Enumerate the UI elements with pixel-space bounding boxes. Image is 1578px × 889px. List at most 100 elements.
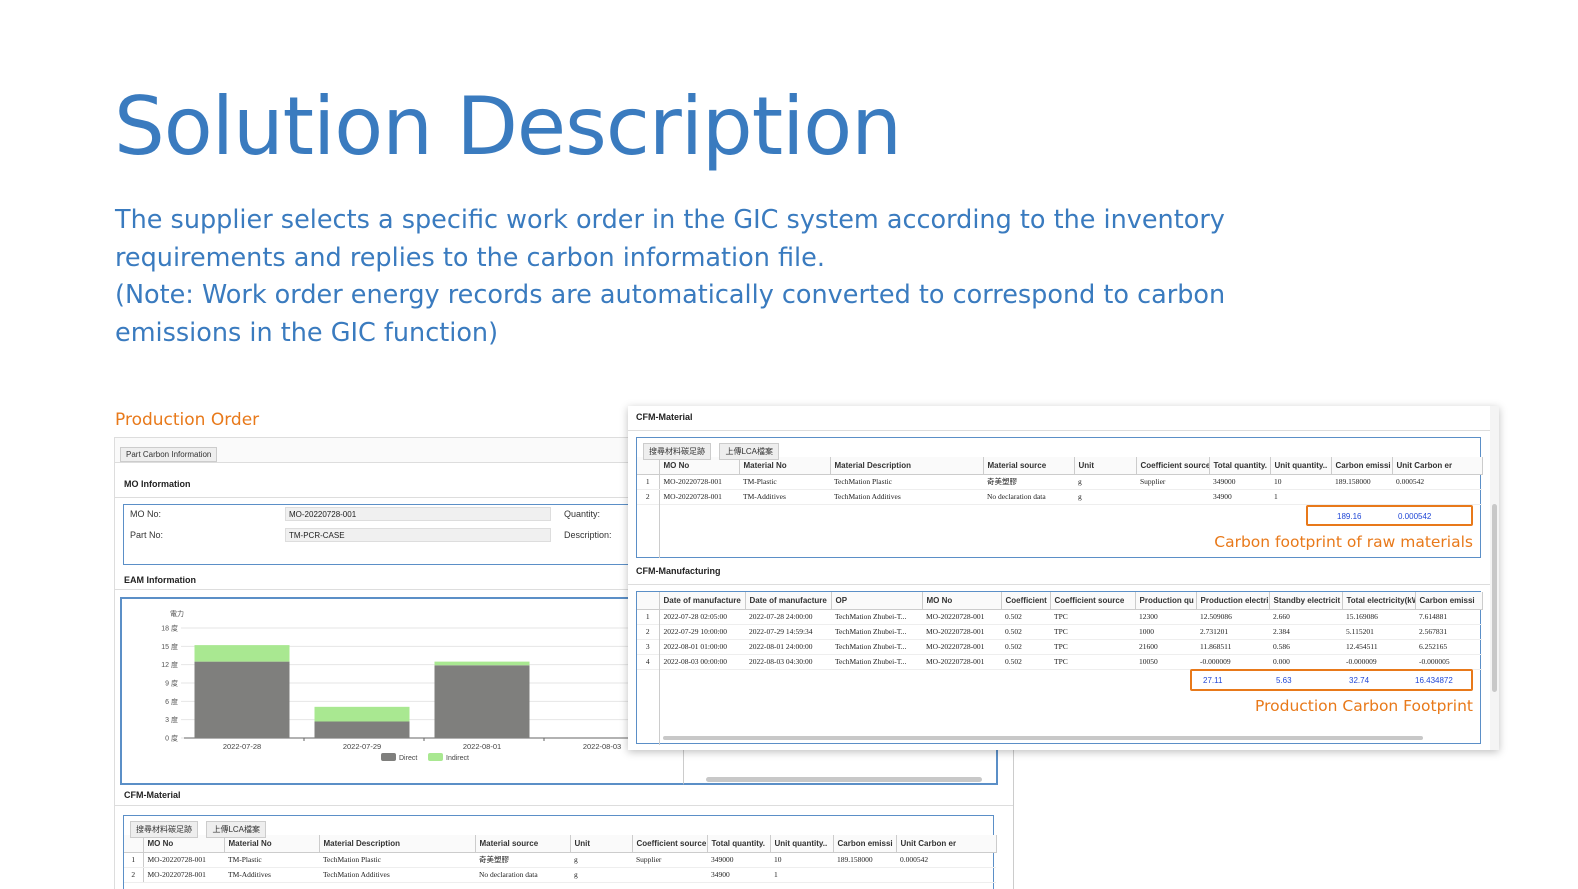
table-cell: TechMation Zhubei-T... bbox=[831, 624, 922, 640]
table-cell: 2022-07-29 10:00:00 bbox=[659, 624, 745, 640]
table-cell: Production electri bbox=[1196, 592, 1270, 610]
table-cell: 2022-07-29 14:59:34 bbox=[745, 624, 831, 640]
table-cell: TechMation Zhubei-T... bbox=[831, 639, 922, 655]
table-cell: Supplier bbox=[1136, 474, 1209, 490]
x-tick-label: 2022-08-03 bbox=[583, 742, 621, 751]
table-cell: 0.000542 bbox=[896, 852, 996, 868]
cfm-material-table-panel: 搜尋材料碳足跡 上傳LCA檔案 MO No Material No Material… bbox=[123, 815, 997, 889]
table-cell: TechMation Zhubei-T... bbox=[831, 609, 922, 625]
table-cell: TM-Plastic bbox=[224, 852, 319, 868]
table-cell: 349000 bbox=[707, 852, 770, 868]
table-cell: 12.454511 bbox=[1342, 639, 1415, 655]
search-material-footprint-button[interactable]: 搜尋材料碳足跡 bbox=[130, 821, 198, 838]
table-cell: MO-20220728-001 bbox=[143, 867, 224, 883]
upload-lca-button[interactable]: 上傳LCA檔案 bbox=[719, 443, 780, 460]
table-row[interactable]: 1 MO-20220728-001 TM-Plastic TechMation Pla… bbox=[637, 474, 1482, 490]
table-row[interactable]: 2 MO-20220728-001 TM-Additives TechMation A… bbox=[637, 489, 1482, 505]
table-cell: Material Description bbox=[830, 457, 984, 475]
table-cell: Unit quantity.. bbox=[1270, 457, 1332, 475]
table-row[interactable]: 2 2022-07-29 10:00:00 2022-07-29 14:59:34 T… bbox=[637, 624, 1482, 640]
eam-chart: 電力 18 度 15 度 12 度 9 度 6 度 3 度 0 度 2022-07-28 2022… bbox=[120, 597, 687, 785]
material-carbon-sum: 189.16 bbox=[1337, 512, 1362, 521]
table-cell: Coefficient bbox=[1001, 592, 1051, 610]
table-row[interactable]: 2 MO-20220728-001 TM-Additives TechMation A… bbox=[124, 867, 996, 883]
table-cell: 0.000 bbox=[1269, 654, 1342, 670]
table-cell: Unit Carbon er bbox=[1392, 457, 1483, 475]
table-cell: 2022-08-03 00:00:00 bbox=[659, 654, 745, 670]
table-cell: Carbon emissi bbox=[833, 835, 897, 853]
table-cell: Carbon emissi bbox=[1415, 592, 1483, 610]
table-cell: TM-Additives bbox=[739, 489, 830, 505]
table-cell: Supplier bbox=[632, 852, 707, 868]
table-cell: 2022-07-28 02:05:00 bbox=[659, 609, 745, 625]
table-cell: Material source bbox=[475, 835, 571, 853]
table-cell: 0.502 bbox=[1001, 654, 1050, 670]
bar-indirect bbox=[194, 645, 290, 662]
table-cell bbox=[637, 592, 660, 610]
y-tick-label: 0 度 bbox=[165, 734, 178, 743]
y-tick-label: 6 度 bbox=[165, 697, 178, 706]
carbon-footprint-window: CFM-Material 搜尋材料碳足跡 上傳LCA檔案 MO No Materi… bbox=[628, 406, 1499, 750]
x-tick-label: 2022-07-29 bbox=[343, 742, 381, 751]
horizontal-scrollbar[interactable] bbox=[706, 777, 982, 782]
description: The supplier selects a specific work ord… bbox=[115, 202, 1226, 352]
part-no-label: Part No: bbox=[130, 530, 164, 540]
cfm-material-heading: CFM-Material bbox=[124, 790, 181, 800]
legend-swatch bbox=[381, 753, 396, 761]
legend-swatch bbox=[428, 753, 443, 761]
table-cell: 2022-08-01 01:00:00 bbox=[659, 639, 745, 655]
table-row[interactable]: 1 MO-20220728-001 TM-Plastic TechMation Pla… bbox=[124, 852, 996, 868]
table-cell: 2.731201 bbox=[1196, 624, 1269, 640]
table-cell: MO-20220728-001 bbox=[659, 474, 739, 490]
horizontal-scrollbar[interactable] bbox=[663, 736, 1423, 740]
cfm-material-table: MO No Material No Material Description Mate… bbox=[124, 835, 997, 883]
table-cell: 0.502 bbox=[1001, 609, 1050, 625]
y-tick-label: 12 度 bbox=[161, 660, 178, 669]
y-tick-label: 3 度 bbox=[165, 715, 178, 724]
table-cell bbox=[1331, 489, 1392, 505]
table-cell: 奇美塑膠 bbox=[475, 852, 570, 868]
vertical-scrollbar[interactable] bbox=[1490, 406, 1499, 750]
table-cell: Unit quantity.. bbox=[770, 835, 834, 853]
table-cell: TM-Additives bbox=[224, 867, 319, 883]
table-cell: g bbox=[570, 867, 632, 883]
table-cell: 2022-07-28 24:00:00 bbox=[745, 609, 831, 625]
table-header-row: Date of manufacture Date of manufacture OP… bbox=[637, 592, 1483, 610]
table-cell: TPC bbox=[1050, 654, 1135, 670]
table-cell: Coefficient source bbox=[1050, 592, 1136, 610]
table-cell: TechMation Zhubei-T... bbox=[831, 654, 922, 670]
x-tick-label: 2022-07-28 bbox=[223, 742, 261, 751]
table-row[interactable]: 1 2022-07-28 02:05:00 2022-07-28 24:00:00 T… bbox=[637, 609, 1482, 625]
table-cell: TM-Plastic bbox=[739, 474, 830, 490]
table-cell: 0.502 bbox=[1001, 624, 1050, 640]
table-row[interactable]: 3 2022-08-01 01:00:00 2022-08-01 24:00:00 T… bbox=[637, 639, 1482, 655]
upload-lca-button[interactable]: 上傳LCA檔案 bbox=[206, 821, 267, 838]
row-index: 2 bbox=[637, 624, 660, 640]
row-index: 4 bbox=[637, 654, 660, 670]
table-cell: TPC bbox=[1050, 609, 1135, 625]
table-cell: Unit bbox=[570, 835, 633, 853]
table-cell: 2.660 bbox=[1269, 609, 1342, 625]
table-cell: Standby electricit bbox=[1269, 592, 1343, 610]
table-cell: MO-20220728-001 bbox=[659, 489, 739, 505]
bar-indirect bbox=[434, 661, 530, 666]
table-cell: 7.614881 bbox=[1415, 609, 1482, 625]
mo-information-heading: MO Information bbox=[124, 479, 191, 489]
table-cell: 0.000542 bbox=[1392, 474, 1482, 490]
table-cell: OP bbox=[831, 592, 923, 610]
y-tick-label: 9 度 bbox=[165, 679, 178, 688]
eam-information-heading: EAM Information bbox=[124, 575, 196, 585]
row-index: 1 bbox=[637, 609, 660, 625]
table-row[interactable]: 4 2022-08-03 00:00:00 2022-08-03 04:30:00 T… bbox=[637, 654, 1482, 670]
front-material-toolbar: 搜尋材料碳足跡 上傳LCA檔案 bbox=[637, 438, 1480, 460]
row-index: 1 bbox=[637, 474, 660, 490]
tab-part-carbon-information[interactable]: Part Carbon Information bbox=[120, 447, 218, 462]
search-material-footprint-button[interactable]: 搜尋材料碳足跡 bbox=[643, 443, 711, 460]
part-no-field[interactable]: TM-PCR-CASE bbox=[285, 528, 551, 542]
description-line: (Note: Work order energy records are aut… bbox=[115, 280, 1226, 311]
table-cell: 21600 bbox=[1135, 639, 1196, 655]
table-cell: Total quantity. bbox=[707, 835, 771, 853]
table-cell: Coefficient source bbox=[632, 835, 708, 853]
table-cell: Coefficient source bbox=[1136, 457, 1210, 475]
mo-no-field[interactable]: MO-20220728-001 bbox=[285, 507, 551, 521]
